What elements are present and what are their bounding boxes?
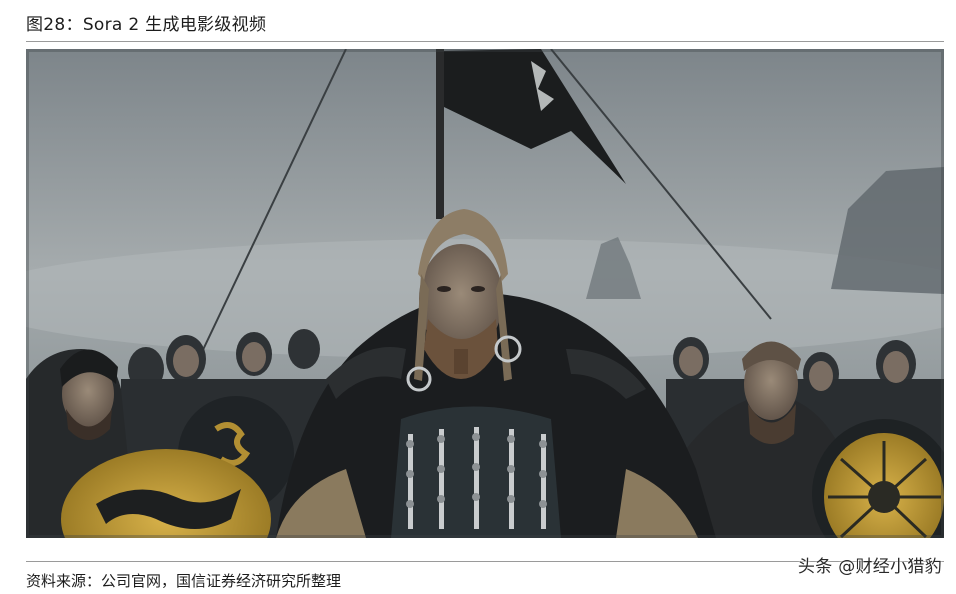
watermark: 头条 @财经小猎豹 (797, 557, 942, 577)
title-divider (26, 41, 944, 42)
figure-image (26, 49, 944, 538)
source-note: 资料来源：公司官网，国信证券经济研究所整理 (26, 572, 342, 590)
figure-title: 图28：Sora 2 生成电影级视频 (26, 15, 267, 35)
